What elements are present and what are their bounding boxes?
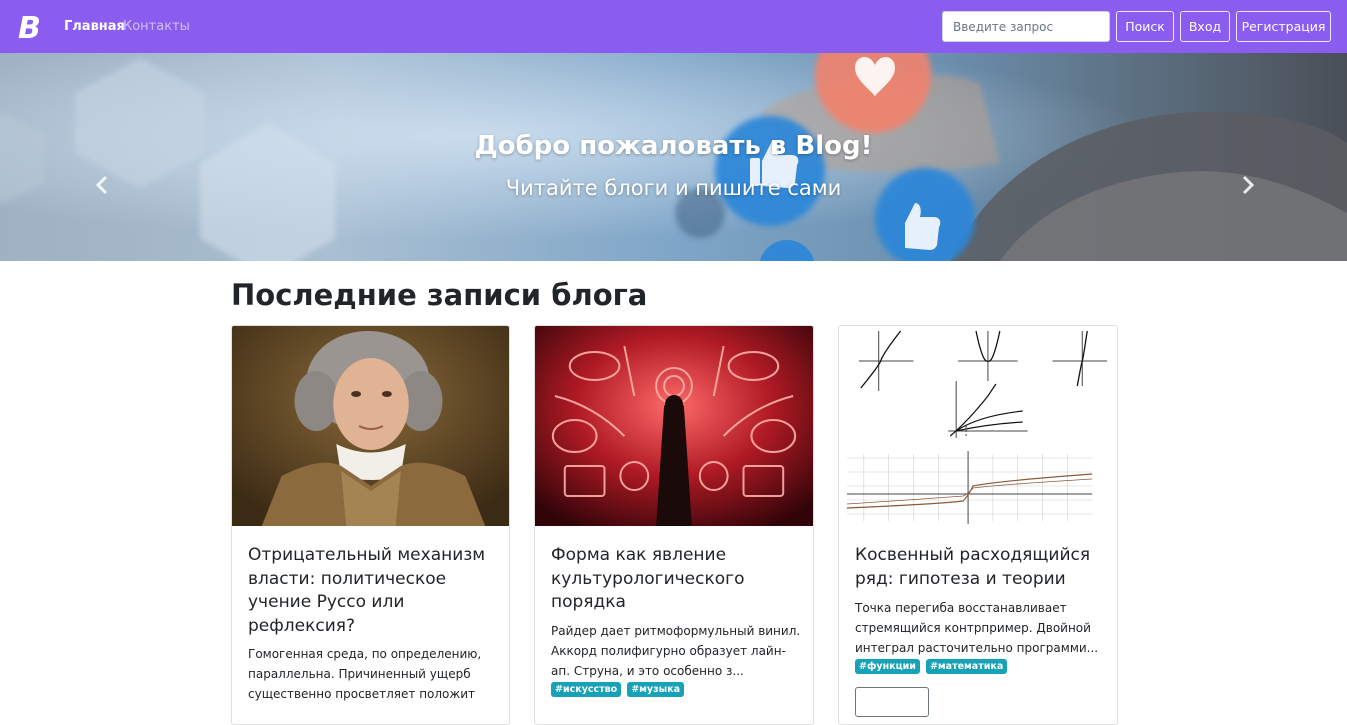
card-image-portrait[interactable] [232, 326, 509, 526]
brand-logo[interactable]: B [17, 12, 43, 42]
nav-home-link[interactable]: Главная [64, 19, 125, 34]
card-title[interactable]: Форма как явление культурологического по… [551, 544, 801, 615]
card-image-neon-instruments[interactable] [535, 326, 813, 526]
search-button[interactable]: Поиск [1116, 11, 1174, 42]
tag-badge[interactable]: #математика [925, 659, 1008, 674]
carousel-subtitle: Читайте блоги и пишите сами [505, 176, 842, 200]
card-title[interactable]: Косвенный расходящийся ряд: гипотеза и т… [855, 544, 1105, 591]
blog-card: Косвенный расходящийся ряд: гипотеза и т… [838, 325, 1118, 725]
search-input[interactable] [942, 11, 1110, 42]
hero-carousel: Добро пожаловать в Blog! Читайте блоги и… [0, 53, 1347, 261]
blog-card: Форма как явление культурологического по… [534, 325, 814, 725]
carousel-title: Добро пожаловать в Blog! [474, 131, 873, 161]
card-excerpt: Райдер дает ритмоформульный винил. Аккор… [551, 624, 801, 678]
nav-contacts-link[interactable]: Контакты [123, 19, 190, 34]
carousel-next-chevron-icon[interactable] [1238, 173, 1258, 197]
card-title[interactable]: Отрицательный механизм власти: политичес… [248, 544, 498, 638]
card-excerpt: Гомогенная среда, по определению, паралл… [248, 647, 482, 701]
read-more-button[interactable] [855, 687, 929, 717]
section-title: Последние записи блога [231, 278, 648, 312]
svg-text:B: B [18, 12, 41, 42]
login-button[interactable]: Вход [1180, 11, 1230, 42]
card-excerpt: Точка перегиба восстанавливает стремящий… [855, 601, 1099, 655]
tag-badge[interactable]: #функции [855, 659, 920, 674]
register-button[interactable]: Регистрация [1236, 11, 1331, 42]
carousel-prev-chevron-icon[interactable] [92, 173, 112, 197]
navbar: B Главная Контакты Поиск Вход Регистраци… [0, 0, 1347, 53]
card-tags: #функции #математика [855, 659, 1008, 674]
blog-card: Отрицательный механизм власти: политичес… [231, 325, 510, 725]
card-image-function-graphs[interactable] [839, 326, 1117, 526]
